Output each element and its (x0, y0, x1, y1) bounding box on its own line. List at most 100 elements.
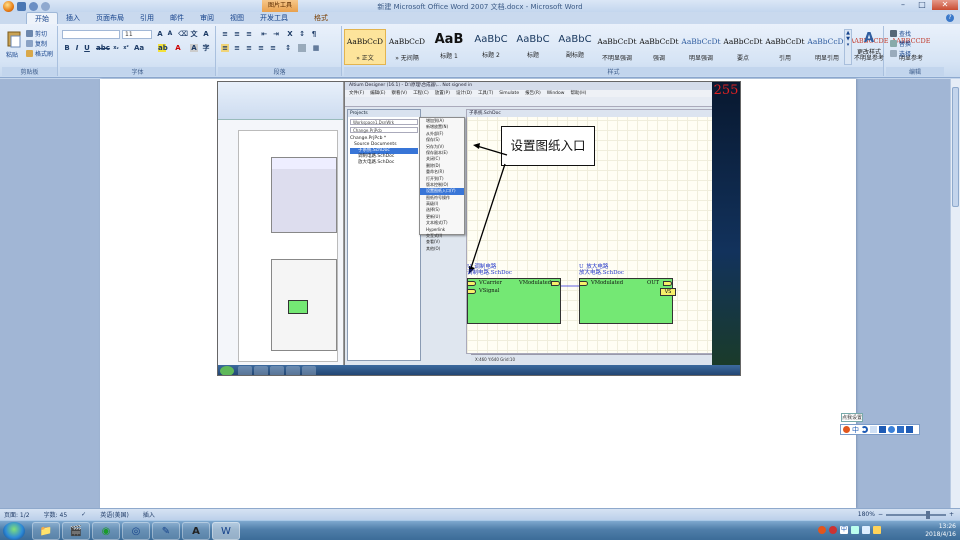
clear-format-icon[interactable]: ⌫ (178, 30, 188, 38)
page-count[interactable]: 页面: 1/2 (0, 510, 40, 519)
altium-menu-item[interactable]: 设计(D) (456, 90, 472, 97)
word-count[interactable]: 字数: 45 (40, 510, 78, 519)
zoom-in-button[interactable]: + (949, 511, 954, 518)
decrease-indent-icon[interactable]: ⇤ (260, 30, 268, 38)
tray-network-icon[interactable] (851, 526, 859, 534)
phonetic-guide-icon[interactable]: 文 (190, 30, 198, 38)
style-item[interactable]: AaBbC 副标题 (554, 29, 596, 65)
chinese-layout-icon[interactable]: X (286, 30, 294, 38)
select-button[interactable]: 选择 (890, 49, 911, 58)
ime-mode[interactable]: 中 (852, 425, 859, 435)
zoom-out-button[interactable]: − (878, 511, 883, 518)
style-item[interactable]: AaBbCcDt 强调 (638, 29, 680, 65)
language[interactable]: 英语(美国) (96, 510, 139, 519)
enclose-char-icon[interactable]: 字 (202, 44, 210, 52)
altium-menu-item[interactable]: 帮助(H) (570, 90, 586, 97)
ime-toolbar[interactable]: 中 (840, 424, 920, 435)
tree-item[interactable]: 放大电路.SchDoc (350, 160, 418, 166)
tab-page-layout[interactable]: 页面布局 (88, 12, 132, 24)
find-button[interactable]: 查找 (890, 29, 911, 38)
align-left-icon[interactable]: ≡ (221, 44, 229, 52)
border-text-icon[interactable]: A (202, 30, 210, 38)
ime-keyboard-icon[interactable] (879, 426, 886, 433)
replace-button[interactable]: 替换 (890, 39, 911, 48)
tab-mailings[interactable]: 邮件 (162, 12, 192, 24)
tray-volume-icon[interactable] (862, 526, 870, 534)
style-item[interactable]: AaBbCcDt 明显强调 (680, 29, 722, 65)
align-center-icon[interactable]: ≡ (233, 44, 241, 52)
minimize-button[interactable]: – (894, 0, 912, 10)
align-right-icon[interactable]: ≡ (245, 44, 253, 52)
style-item[interactable]: AaBbCcD » 正文 (344, 29, 386, 65)
embedded-screenshot[interactable]: Altium Designer (16.1) - D:\原理\合成器\... N… (217, 81, 741, 376)
tray-security-icon[interactable] (829, 526, 837, 534)
altium-menu-item[interactable]: 报告(R) (525, 90, 541, 97)
taskbar-altium-icon[interactable]: A (182, 522, 210, 540)
offsheet-port-vs[interactable]: VS (660, 288, 676, 296)
taskbar-chrome-icon[interactable]: ◎ (122, 522, 150, 540)
style-item[interactable]: AaBbC 标题 (512, 29, 554, 65)
tab-format[interactable]: 格式 (306, 12, 336, 24)
project-field[interactable]: Change.PrjPcb (350, 127, 418, 133)
font-name-box[interactable] (62, 30, 120, 39)
superscript-button[interactable]: x² (122, 44, 130, 52)
font-size-box[interactable]: 11 (122, 30, 152, 39)
maximize-button[interactable]: □ (913, 0, 931, 10)
tab-review[interactable]: 审阅 (192, 12, 222, 24)
bold-button[interactable]: B (63, 44, 71, 52)
clock[interactable]: 13:26 2018/4/16 (925, 523, 956, 539)
tab-home[interactable]: 开始 (26, 12, 58, 24)
ime-punct-icon[interactable] (870, 426, 877, 433)
sheet1-port-left2[interactable] (467, 289, 476, 294)
ime-logo-icon[interactable] (843, 426, 850, 433)
taskbar-word-icon[interactable]: W (212, 522, 240, 540)
close-button[interactable]: ✕ (932, 0, 958, 10)
altium-menu-item[interactable]: 工具(T) (478, 90, 493, 97)
tray-chinese-icon[interactable]: 中 (840, 526, 848, 534)
style-item[interactable]: AaBbC 标题 2 (470, 29, 512, 65)
shading-icon[interactable] (298, 44, 306, 52)
ime-settings-tip[interactable]: 点我设置 (841, 413, 863, 422)
schematic-sheet[interactable]: 子系统.SchDoc 设置图纸入口 U_调制电路 调制电路.SchDoc VCa… (466, 109, 717, 354)
paste-button[interactable] (6, 30, 22, 50)
sheet2-port-left[interactable] (579, 281, 588, 286)
style-item[interactable]: AaBbCcD » 无间隔 (386, 29, 428, 65)
cut-button[interactable]: 剪切 (26, 29, 47, 38)
tray-ime-icon[interactable] (818, 526, 826, 534)
highlight-color-icon[interactable]: ab (158, 44, 168, 52)
altium-menu-item[interactable]: Simulate (499, 90, 519, 97)
change-styles-button[interactable]: A 更改样式 (856, 29, 882, 65)
altium-menu-item[interactable]: 察看(V) (391, 90, 407, 97)
shrink-font-button[interactable]: A (166, 30, 174, 38)
tray-flag-icon[interactable] (873, 526, 881, 534)
taskbar-media-icon[interactable]: 🎬 (62, 522, 90, 540)
style-item[interactable]: AaB 标题 1 (428, 29, 470, 65)
tab-insert[interactable]: 插入 (58, 12, 88, 24)
format-painter-button[interactable]: 格式刷 (26, 49, 53, 58)
distributed-icon[interactable]: ≡ (269, 44, 277, 52)
workspace-field[interactable]: Workspace1.DsnWrk (350, 119, 418, 125)
styles-scroll[interactable]: ▲ ▼ ▾ (844, 29, 852, 65)
copy-button[interactable]: 复制 (26, 39, 47, 48)
show-marks-icon[interactable]: ¶ (310, 30, 318, 38)
altium-menu-item[interactable]: 编辑(E) (370, 90, 385, 97)
borders-icon[interactable]: ▦ (312, 44, 320, 52)
grow-font-button[interactable]: A (156, 30, 164, 38)
line-spacing-icon[interactable]: ↕ (284, 44, 292, 52)
ime-skin-icon[interactable] (897, 426, 904, 433)
subscript-button[interactable]: x₂ (112, 44, 120, 52)
schematic-tab[interactable]: 子系统.SchDoc (467, 110, 717, 117)
justify-icon[interactable]: ≡ (257, 44, 265, 52)
altium-menu-item[interactable]: 工程(C) (413, 90, 429, 97)
style-item[interactable]: AaBbCcDt 引用 (764, 29, 806, 65)
char-shading-icon[interactable]: A (190, 44, 198, 52)
sheet1-port-left1[interactable] (467, 281, 476, 286)
style-item[interactable]: AaBbCcDt 不明显强调 (596, 29, 638, 65)
start-button[interactable] (3, 522, 25, 540)
style-item[interactable]: AaBbCcDt 明显引用 (806, 29, 848, 65)
ime-user-icon[interactable] (888, 426, 895, 433)
underline-button[interactable]: U (83, 44, 91, 52)
sheet2-port-right[interactable] (663, 281, 672, 286)
help-icon[interactable]: ? (946, 14, 954, 22)
multilevel-list-icon[interactable]: ≡ (245, 30, 253, 38)
